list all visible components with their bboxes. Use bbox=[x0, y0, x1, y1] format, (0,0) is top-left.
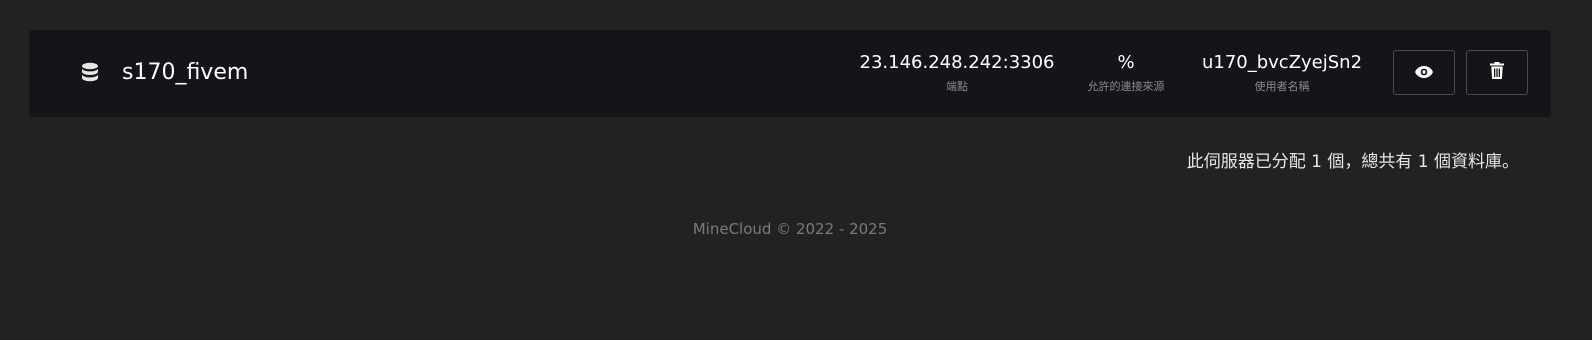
trash-icon bbox=[1490, 62, 1504, 83]
database-name: s170_fivem bbox=[122, 60, 249, 85]
endpoint-value: 23.146.248.242:3306 bbox=[859, 52, 1055, 73]
database-row: s170_fivem 23.146.248.242:3306 端點 % 允許的連… bbox=[29, 30, 1551, 117]
allowed-connections-label: 允許的連接來源 bbox=[1087, 80, 1165, 93]
allowed-connections-field: % 允許的連接來源 bbox=[1088, 51, 1165, 94]
delete-database-button[interactable] bbox=[1466, 50, 1528, 95]
endpoint-field: 23.146.248.242:3306 端點 bbox=[859, 51, 1054, 94]
username-label: 使用者名稱 bbox=[1254, 80, 1310, 93]
username-value: u170_bvcZyejSn2 bbox=[1201, 52, 1363, 73]
endpoint-label: 端點 bbox=[945, 80, 968, 93]
view-password-button[interactable] bbox=[1393, 50, 1455, 95]
footer-copyright: MineCloud © 2022 - 2025 bbox=[692, 220, 888, 238]
allowed-connections-value: % bbox=[1117, 52, 1135, 73]
username-field: u170_bvcZyejSn2 使用者名稱 bbox=[1202, 51, 1362, 94]
eye-icon bbox=[1415, 63, 1433, 82]
page: s170_fivem 23.146.248.242:3306 端點 % 允許的連… bbox=[0, 0, 1592, 340]
database-summary: 此伺服器已分配 1 個，總共有 1 個資料庫。 bbox=[1186, 152, 1519, 172]
database-icon bbox=[81, 62, 99, 84]
